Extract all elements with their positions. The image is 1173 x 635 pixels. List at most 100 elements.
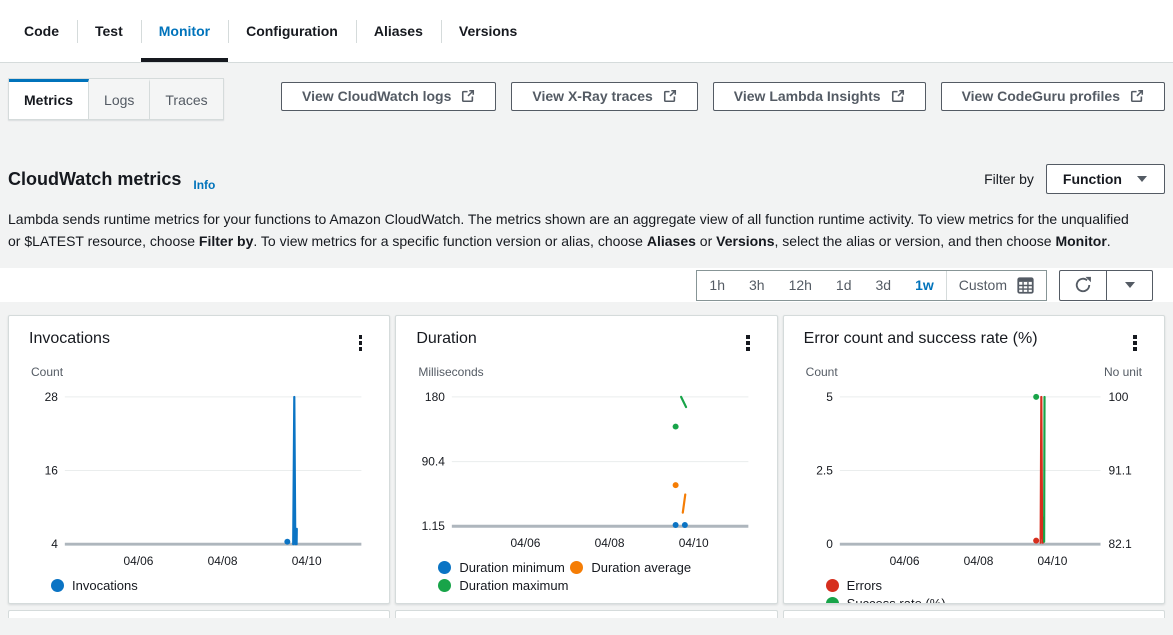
- external-view-button-label: View CloudWatch logs: [302, 88, 451, 104]
- header-tab[interactable]: Test: [77, 0, 141, 62]
- right-tick-label: 100: [1108, 389, 1128, 403]
- filter-dropdown[interactable]: Function: [1046, 164, 1165, 194]
- left-tick-label: 2.5: [816, 463, 833, 477]
- header-tab-label: Versions: [459, 23, 517, 39]
- chart-legend: Errors Success rate (%): [826, 578, 1144, 604]
- external-view-button[interactable]: View CloudWatch logs: [281, 82, 496, 111]
- legend-item: Duration maximum: [438, 578, 570, 593]
- next-row-chart-card-partial: [8, 610, 390, 618]
- header-tab-label: Aliases: [374, 23, 423, 39]
- left-tick-label: 180: [425, 389, 445, 403]
- header-tab[interactable]: Aliases: [356, 0, 441, 62]
- monitor-subtab[interactable]: Traces: [150, 79, 222, 119]
- legend-swatch: [51, 579, 64, 592]
- legend-label: Duration maximum: [459, 578, 568, 593]
- refresh-icon: [1073, 275, 1093, 295]
- section-title: CloudWatch metrics: [8, 169, 181, 190]
- left-tick-label: 0: [826, 537, 833, 551]
- x-tick-label: 04/06: [889, 554, 919, 568]
- chart-card: Error count and success rate (%) Count N…: [783, 315, 1165, 604]
- external-link-icon: [891, 89, 905, 103]
- left-axis-unit-label: Count: [31, 365, 63, 379]
- external-link-icon: [461, 89, 475, 103]
- info-link[interactable]: Info: [193, 178, 215, 194]
- charts-row: Invocations Count 2816404/0604/0804/10 I…: [8, 315, 1165, 604]
- external-view-button[interactable]: View X-Ray traces: [511, 82, 697, 111]
- left-tick-label: 90.4: [422, 454, 446, 468]
- header-tab[interactable]: Configuration: [228, 0, 356, 62]
- time-range-option[interactable]: 1d: [824, 271, 864, 300]
- time-range-option[interactable]: 1h: [697, 271, 737, 300]
- header-tabs: Code Test Monitor Configuration Aliases …: [6, 0, 535, 62]
- external-view-button[interactable]: View Lambda Insights: [713, 82, 926, 111]
- legend-item: Success rate (%): [826, 596, 1002, 604]
- x-tick-label: 04/08: [595, 536, 625, 550]
- monitor-subtab-label: Traces: [165, 92, 207, 108]
- calendar-icon: [1017, 277, 1034, 294]
- time-range-option[interactable]: 3h: [737, 271, 777, 300]
- legend-swatch: [826, 579, 839, 592]
- chart-options-kebab-icon[interactable]: [1126, 330, 1144, 356]
- legend-swatch: [570, 561, 583, 574]
- chart-options-kebab-icon[interactable]: [739, 330, 757, 356]
- description-text: Lambda sends runtime metrics for your fu…: [8, 208, 1136, 252]
- legend-item: Duration minimum: [438, 560, 570, 575]
- description-segment: Versions: [716, 233, 774, 249]
- header-tab[interactable]: Code: [6, 0, 77, 62]
- x-tick-label: 04/10: [1037, 554, 1067, 568]
- header-tab[interactable]: Monitor: [141, 0, 228, 62]
- right-axis-unit-label: No unit: [1104, 365, 1142, 379]
- left-tick-label: 4: [51, 537, 58, 551]
- chart-title: Duration: [416, 330, 476, 348]
- chart-canvas: 2816404/0604/0804/10: [29, 379, 369, 576]
- left-tick-label: 5: [826, 389, 833, 403]
- external-link-icon: [663, 89, 677, 103]
- time-range-toolbar: 1h3h12h1d3d1w Custom: [0, 268, 1173, 302]
- x-tick-label: 04/08: [208, 554, 238, 568]
- chart-card: Duration Milliseconds 18090.41.1504/0604…: [395, 315, 777, 604]
- legend-swatch: [438, 579, 451, 592]
- time-range-option[interactable]: 1w: [903, 271, 946, 300]
- external-view-button-label: View CodeGuru profiles: [962, 88, 1120, 104]
- time-range-option[interactable]: 12h: [777, 271, 824, 300]
- monitor-subtab[interactable]: Metrics: [9, 79, 89, 119]
- legend-item: Invocations: [51, 578, 138, 593]
- right-tick-label: 82.1: [1108, 537, 1132, 551]
- chart-legend: Duration minimum Duration average Durati…: [438, 560, 756, 593]
- left-axis-unit-label: Milliseconds: [418, 365, 483, 379]
- metrics-logs-traces-tabs: Metrics Logs Traces: [8, 78, 224, 120]
- legend-label: Success rate (%): [847, 596, 946, 604]
- filter-by-label: Filter by: [984, 171, 1034, 187]
- header-tab-label: Monitor: [159, 23, 210, 39]
- chart-title: Invocations: [29, 330, 110, 348]
- header-tab[interactable]: Versions: [441, 0, 535, 62]
- description-segment: .: [1107, 233, 1111, 249]
- custom-range-button[interactable]: Custom: [947, 277, 1046, 294]
- time-range-option[interactable]: 3d: [864, 271, 904, 300]
- function-tabs-bar: Code Test Monitor Configuration Aliases …: [0, 0, 1173, 63]
- monitor-content: Metrics Logs Traces View CloudWatch logs…: [0, 78, 1173, 618]
- x-tick-label: 04/06: [123, 554, 153, 568]
- description-segment: Filter by: [199, 233, 253, 249]
- header-tab-label: Test: [95, 23, 123, 39]
- description-segment: . To view metrics for a specific functio…: [253, 233, 646, 249]
- legend-label: Duration average: [591, 560, 691, 575]
- chevron-down-icon: [1136, 175, 1148, 183]
- x-tick-label: 04/08: [963, 554, 993, 568]
- monitor-subtab-label: Logs: [104, 92, 134, 108]
- monitor-subtab[interactable]: Logs: [89, 79, 150, 119]
- time-range-options: 1h3h12h1d3d1w: [697, 271, 945, 300]
- external-view-button[interactable]: View CodeGuru profiles: [941, 82, 1165, 111]
- chart-options-kebab-icon[interactable]: [352, 330, 370, 356]
- filter-dropdown-value: Function: [1063, 171, 1122, 187]
- next-row-chart-card-partial: [395, 610, 777, 618]
- x-tick-label: 04/10: [292, 554, 322, 568]
- legend-label: Errors: [847, 578, 882, 593]
- refresh-button[interactable]: [1060, 271, 1106, 300]
- left-tick-label: 1.15: [422, 519, 446, 533]
- charts-next-row: [8, 610, 1165, 618]
- description-segment: or: [696, 233, 716, 249]
- refresh-options-button[interactable]: [1106, 271, 1152, 300]
- refresh-split-button: [1059, 270, 1153, 301]
- chart-canvas: 18090.41.1504/0604/0804/10: [416, 379, 756, 558]
